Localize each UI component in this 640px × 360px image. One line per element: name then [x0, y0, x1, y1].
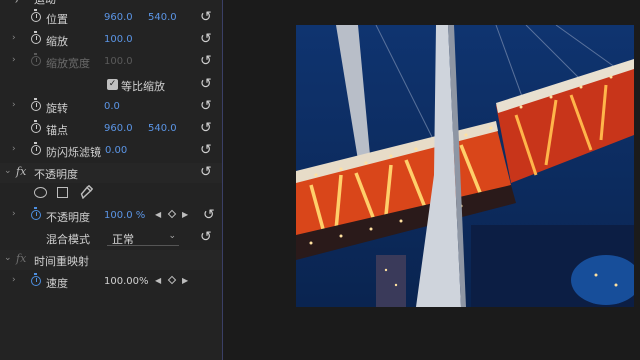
fx-icon[interactable]: fx	[16, 252, 26, 265]
blend-mode-row: 混合模式 正常 ⌄ ↺	[0, 228, 222, 248]
fx-icon[interactable]: fx	[16, 0, 26, 3]
stopwatch-icon[interactable]	[31, 31, 41, 44]
position-y-value[interactable]: 540.0	[148, 12, 177, 23]
scale-row: › 缩放 100.0 ↺	[0, 30, 222, 50]
rotation-row: › 旋转 0.0 ↺	[0, 97, 222, 117]
effect-controls-panel: fx 运动 位置 960.0 540.0 ↺ › 缩放 100.0 ↺ › 缩放…	[0, 0, 223, 360]
reset-icon[interactable]: ↺	[200, 31, 212, 47]
rotation-label: 旋转	[46, 102, 68, 115]
opacity-label: 不透明度	[46, 211, 90, 224]
stopwatch-icon	[31, 53, 41, 66]
speed-row: › 速度 100.00% ◀ ▶	[0, 272, 222, 292]
reset-icon[interactable]: ↺	[200, 98, 212, 114]
twirl-icon[interactable]: ⌄	[4, 166, 12, 176]
video-frame[interactable]	[296, 25, 634, 307]
uniform-scale-label: 等比缩放	[121, 80, 165, 93]
prev-keyframe-icon[interactable]: ◀	[155, 276, 161, 285]
ellipse-mask-icon[interactable]	[34, 187, 47, 198]
reset-icon[interactable]: ↺	[203, 207, 215, 223]
position-x-value[interactable]: 960.0	[104, 12, 133, 23]
motion-label: 运动	[34, 0, 56, 7]
anti-flicker-row: › 防闪烁滤镜 0.00 ↺	[0, 141, 222, 161]
reset-icon[interactable]: ↺	[200, 76, 212, 92]
stopwatch-icon[interactable]	[31, 120, 41, 133]
speed-value[interactable]: 100.00%	[104, 276, 149, 287]
anti-flicker-value[interactable]: 0.00	[105, 145, 127, 156]
stopwatch-icon[interactable]	[31, 98, 41, 111]
stopwatch-icon[interactable]	[31, 142, 41, 155]
opacity-section-header[interactable]: ⌄ fx 不透明度 ↺	[0, 163, 222, 183]
stopwatch-icon[interactable]	[31, 273, 41, 286]
twirl-icon[interactable]: ›	[12, 55, 16, 65]
scale-label: 缩放	[46, 35, 68, 48]
time-remap-section-header[interactable]: ⌄ fx 时间重映射	[0, 250, 222, 270]
bridge-night-image	[296, 25, 634, 307]
time-remap-label: 时间重映射	[34, 255, 89, 268]
rotation-value[interactable]: 0.0	[104, 101, 120, 112]
twirl-icon[interactable]: ›	[12, 100, 16, 110]
anti-flicker-label: 防闪烁滤镜	[46, 146, 101, 159]
motion-section-header[interactable]: fx 运动	[0, 0, 222, 8]
chevron-down-icon: ⌄	[168, 231, 176, 241]
scale-width-value: 100.0	[104, 56, 133, 67]
anchor-x-value[interactable]: 960.0	[104, 123, 133, 134]
blend-mode-value: 正常	[112, 233, 134, 246]
blend-mode-dropdown[interactable]: 正常 ⌄	[107, 230, 179, 246]
add-keyframe-icon[interactable]	[167, 209, 177, 219]
stopwatch-icon[interactable]	[31, 9, 41, 22]
fx-icon[interactable]: fx	[16, 165, 26, 178]
speed-label: 速度	[46, 277, 68, 290]
twirl-icon[interactable]: ⌄	[4, 253, 12, 263]
reset-icon[interactable]: ↺	[200, 9, 212, 25]
twirl-icon[interactable]: ›	[12, 209, 16, 219]
pen-mask-icon[interactable]	[80, 184, 94, 202]
stopwatch-icon[interactable]	[31, 207, 41, 220]
twirl-icon[interactable]: ›	[12, 33, 16, 43]
opacity-row: › 不透明度 100.0 % ◀ ▶ ↺	[0, 206, 222, 226]
scale-value[interactable]: 100.0	[104, 34, 133, 45]
next-keyframe-icon[interactable]: ▶	[182, 210, 188, 219]
uniform-scale-checkbox[interactable]: ✓	[107, 79, 118, 90]
reset-icon[interactable]: ↺	[200, 229, 212, 245]
next-keyframe-icon[interactable]: ▶	[182, 276, 188, 285]
anchor-point-label: 锚点	[46, 124, 68, 137]
rectangle-mask-icon[interactable]	[57, 187, 68, 198]
add-keyframe-icon[interactable]	[167, 275, 177, 285]
prev-keyframe-icon[interactable]: ◀	[155, 210, 161, 219]
twirl-icon[interactable]: ›	[12, 275, 16, 285]
mask-tools-row	[0, 184, 222, 204]
scale-width-row: › 缩放宽度 100.0 ↺	[0, 52, 222, 72]
position-label: 位置	[46, 13, 68, 26]
scale-width-label: 缩放宽度	[46, 57, 90, 70]
reset-icon[interactable]: ↺	[200, 120, 212, 136]
anchor-point-row: 锚点 960.0 540.0 ↺	[0, 119, 222, 139]
position-row: 位置 960.0 540.0 ↺	[0, 8, 222, 28]
opacity-section-label: 不透明度	[34, 168, 78, 181]
uniform-scale-row: ✓ 等比缩放 ↺	[0, 75, 222, 95]
anchor-y-value[interactable]: 540.0	[148, 123, 177, 134]
twirl-icon[interactable]: ›	[12, 144, 16, 154]
reset-icon[interactable]: ↺	[200, 142, 212, 158]
reset-icon[interactable]: ↺	[200, 164, 212, 180]
reset-icon[interactable]: ↺	[200, 53, 212, 69]
blend-mode-label: 混合模式	[46, 233, 90, 246]
opacity-value[interactable]: 100.0 %	[104, 210, 145, 221]
